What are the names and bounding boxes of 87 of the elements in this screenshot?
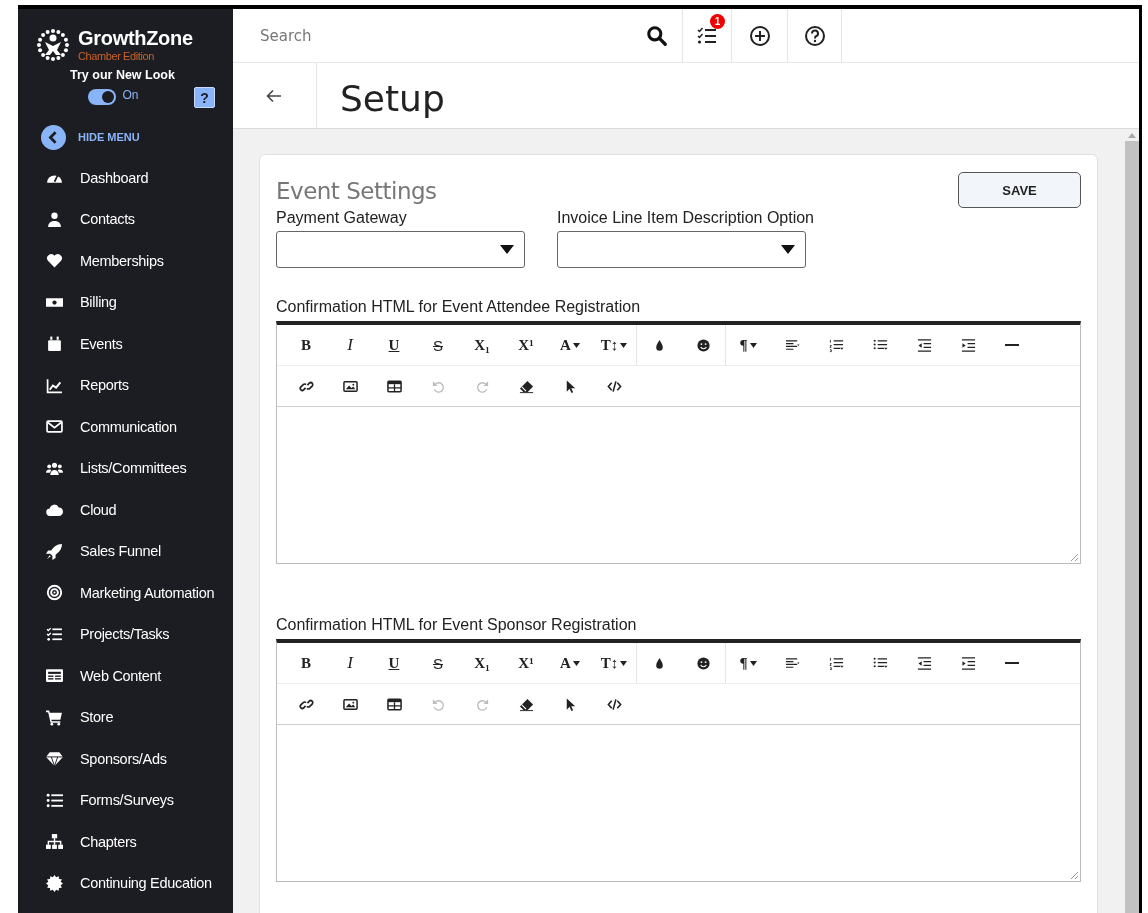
caret-icon: [749, 660, 757, 666]
page-title: Setup: [339, 78, 445, 119]
sidebar-item[interactable]: Forms/Surveys: [80, 792, 174, 809]
caret-icon: [781, 245, 795, 254]
dropdown-button[interactable]: A: [548, 329, 592, 361]
caret-icon: [572, 342, 580, 348]
logo-icon: [36, 27, 70, 62]
new-look-label: Try our New Look: [69, 68, 176, 82]
calendar-icon: [46, 335, 63, 353]
brand-edition: Chamber Edition: [78, 50, 155, 62]
checklist-icon: [46, 625, 63, 643]
dropdown-button[interactable]: ¶: [726, 329, 770, 361]
sidebar-item[interactable]: Chapters: [80, 833, 137, 850]
sidebar-item[interactable]: Marketing Automation: [80, 584, 215, 601]
format-button[interactable]: B: [284, 647, 328, 679]
rich-text-editor[interactable]: B I U S X₁ X¹ A T↕ ¶: [276, 639, 1081, 882]
newspaper-icon: [46, 667, 63, 685]
sidebar-item[interactable]: Billing: [80, 294, 117, 311]
sidebar-item[interactable]: Memberships: [80, 252, 164, 269]
underline-button[interactable]: U: [372, 329, 416, 361]
sidebar-item[interactable]: Continuing Education: [80, 875, 212, 892]
format-button[interactable]: X¹: [504, 647, 548, 679]
cart-icon: [46, 708, 63, 726]
search-field[interactable]: Search: [258, 25, 646, 46]
dropdown-button[interactable]: T↕: [592, 329, 636, 361]
caret-icon: [749, 342, 757, 348]
field-label: Invoice Line Item Description Option: [557, 209, 814, 227]
format-button[interactable]: X¹: [504, 329, 548, 361]
help-icon[interactable]: [803, 24, 826, 47]
rich-text-editor[interactable]: B I U S X₁ X¹ A T↕ ¶: [276, 321, 1081, 564]
save-button[interactable]: SAVE: [958, 172, 1081, 208]
sidebar-item[interactable]: Lists/Committees: [80, 460, 187, 477]
rocket-icon: [46, 542, 63, 560]
add-icon[interactable]: [748, 24, 771, 47]
caret-icon: [572, 660, 580, 666]
search-icon[interactable]: [646, 24, 668, 47]
diamond-icon: [46, 750, 63, 768]
field-label: Confirmation HTML for Event Sponsor Registration: [276, 616, 637, 633]
sidebar-item[interactable]: Events: [80, 335, 123, 352]
notification-badge: 1: [710, 14, 725, 29]
section-title: Event Settings: [276, 178, 437, 204]
dropdown-field[interactable]: [557, 231, 806, 268]
dropdown-button[interactable]: ¶: [726, 647, 770, 679]
sidebar-item[interactable]: Projects/Tasks: [80, 626, 170, 643]
strikethrough-button[interactable]: S: [416, 329, 460, 361]
field-label: Confirmation HTML for Event Attendee Registration: [276, 298, 641, 315]
sidebar-item[interactable]: Reports: [80, 377, 129, 394]
help-button[interactable]: ?: [194, 87, 215, 108]
dropdown-field[interactable]: [276, 231, 525, 268]
sidebar-item[interactable]: Cloud: [80, 501, 117, 518]
align-left-icon: [783, 337, 801, 353]
sidebar-item[interactable]: Communication: [80, 418, 177, 435]
toggle-label: On: [122, 88, 139, 102]
caret-icon: [620, 660, 628, 666]
toggle-switch[interactable]: [88, 89, 117, 105]
dropdown-button[interactable]: T↕: [592, 647, 636, 679]
italic-button[interactable]: I: [328, 647, 372, 679]
strikethrough-button[interactable]: S: [416, 647, 460, 679]
collapse-icon[interactable]: [41, 124, 66, 150]
format-button[interactable]: X₁: [460, 647, 504, 679]
caret-icon: [620, 342, 628, 348]
resize-handle-icon[interactable]: [1070, 871, 1078, 879]
underline-button[interactable]: U: [372, 647, 416, 679]
sitemap-icon: [46, 833, 63, 851]
person-icon: [46, 210, 63, 228]
heart-icon: [46, 252, 63, 270]
dropdown-button[interactable]: A: [548, 647, 592, 679]
field-label: Payment Gateway: [276, 209, 408, 227]
line-chart-icon: [46, 376, 63, 394]
sidebar-item[interactable]: Web Content: [80, 667, 162, 684]
target-icon: [46, 584, 63, 602]
format-button[interactable]: X₁: [460, 329, 504, 361]
envelope-icon: [46, 418, 63, 436]
sidebar-item[interactable]: Dashboard: [80, 169, 149, 186]
list-icon: [46, 791, 63, 809]
sidebar-item[interactable]: Contacts: [80, 211, 135, 228]
caret-icon: [500, 245, 514, 254]
align-left-icon: [783, 655, 801, 671]
italic-button[interactable]: I: [328, 329, 372, 361]
sidebar-item[interactable]: Sponsors/Ads: [80, 750, 167, 767]
resize-handle-icon[interactable]: [1070, 553, 1078, 561]
seal-icon: [46, 874, 63, 892]
brand-name: GrowthZone: [78, 27, 193, 50]
format-button[interactable]: B: [284, 329, 328, 361]
sidebar-item[interactable]: Sales Funnel: [80, 543, 162, 560]
hide-menu-link[interactable]: HIDE MENU: [78, 131, 140, 143]
sidebar-item[interactable]: Store: [80, 709, 114, 726]
